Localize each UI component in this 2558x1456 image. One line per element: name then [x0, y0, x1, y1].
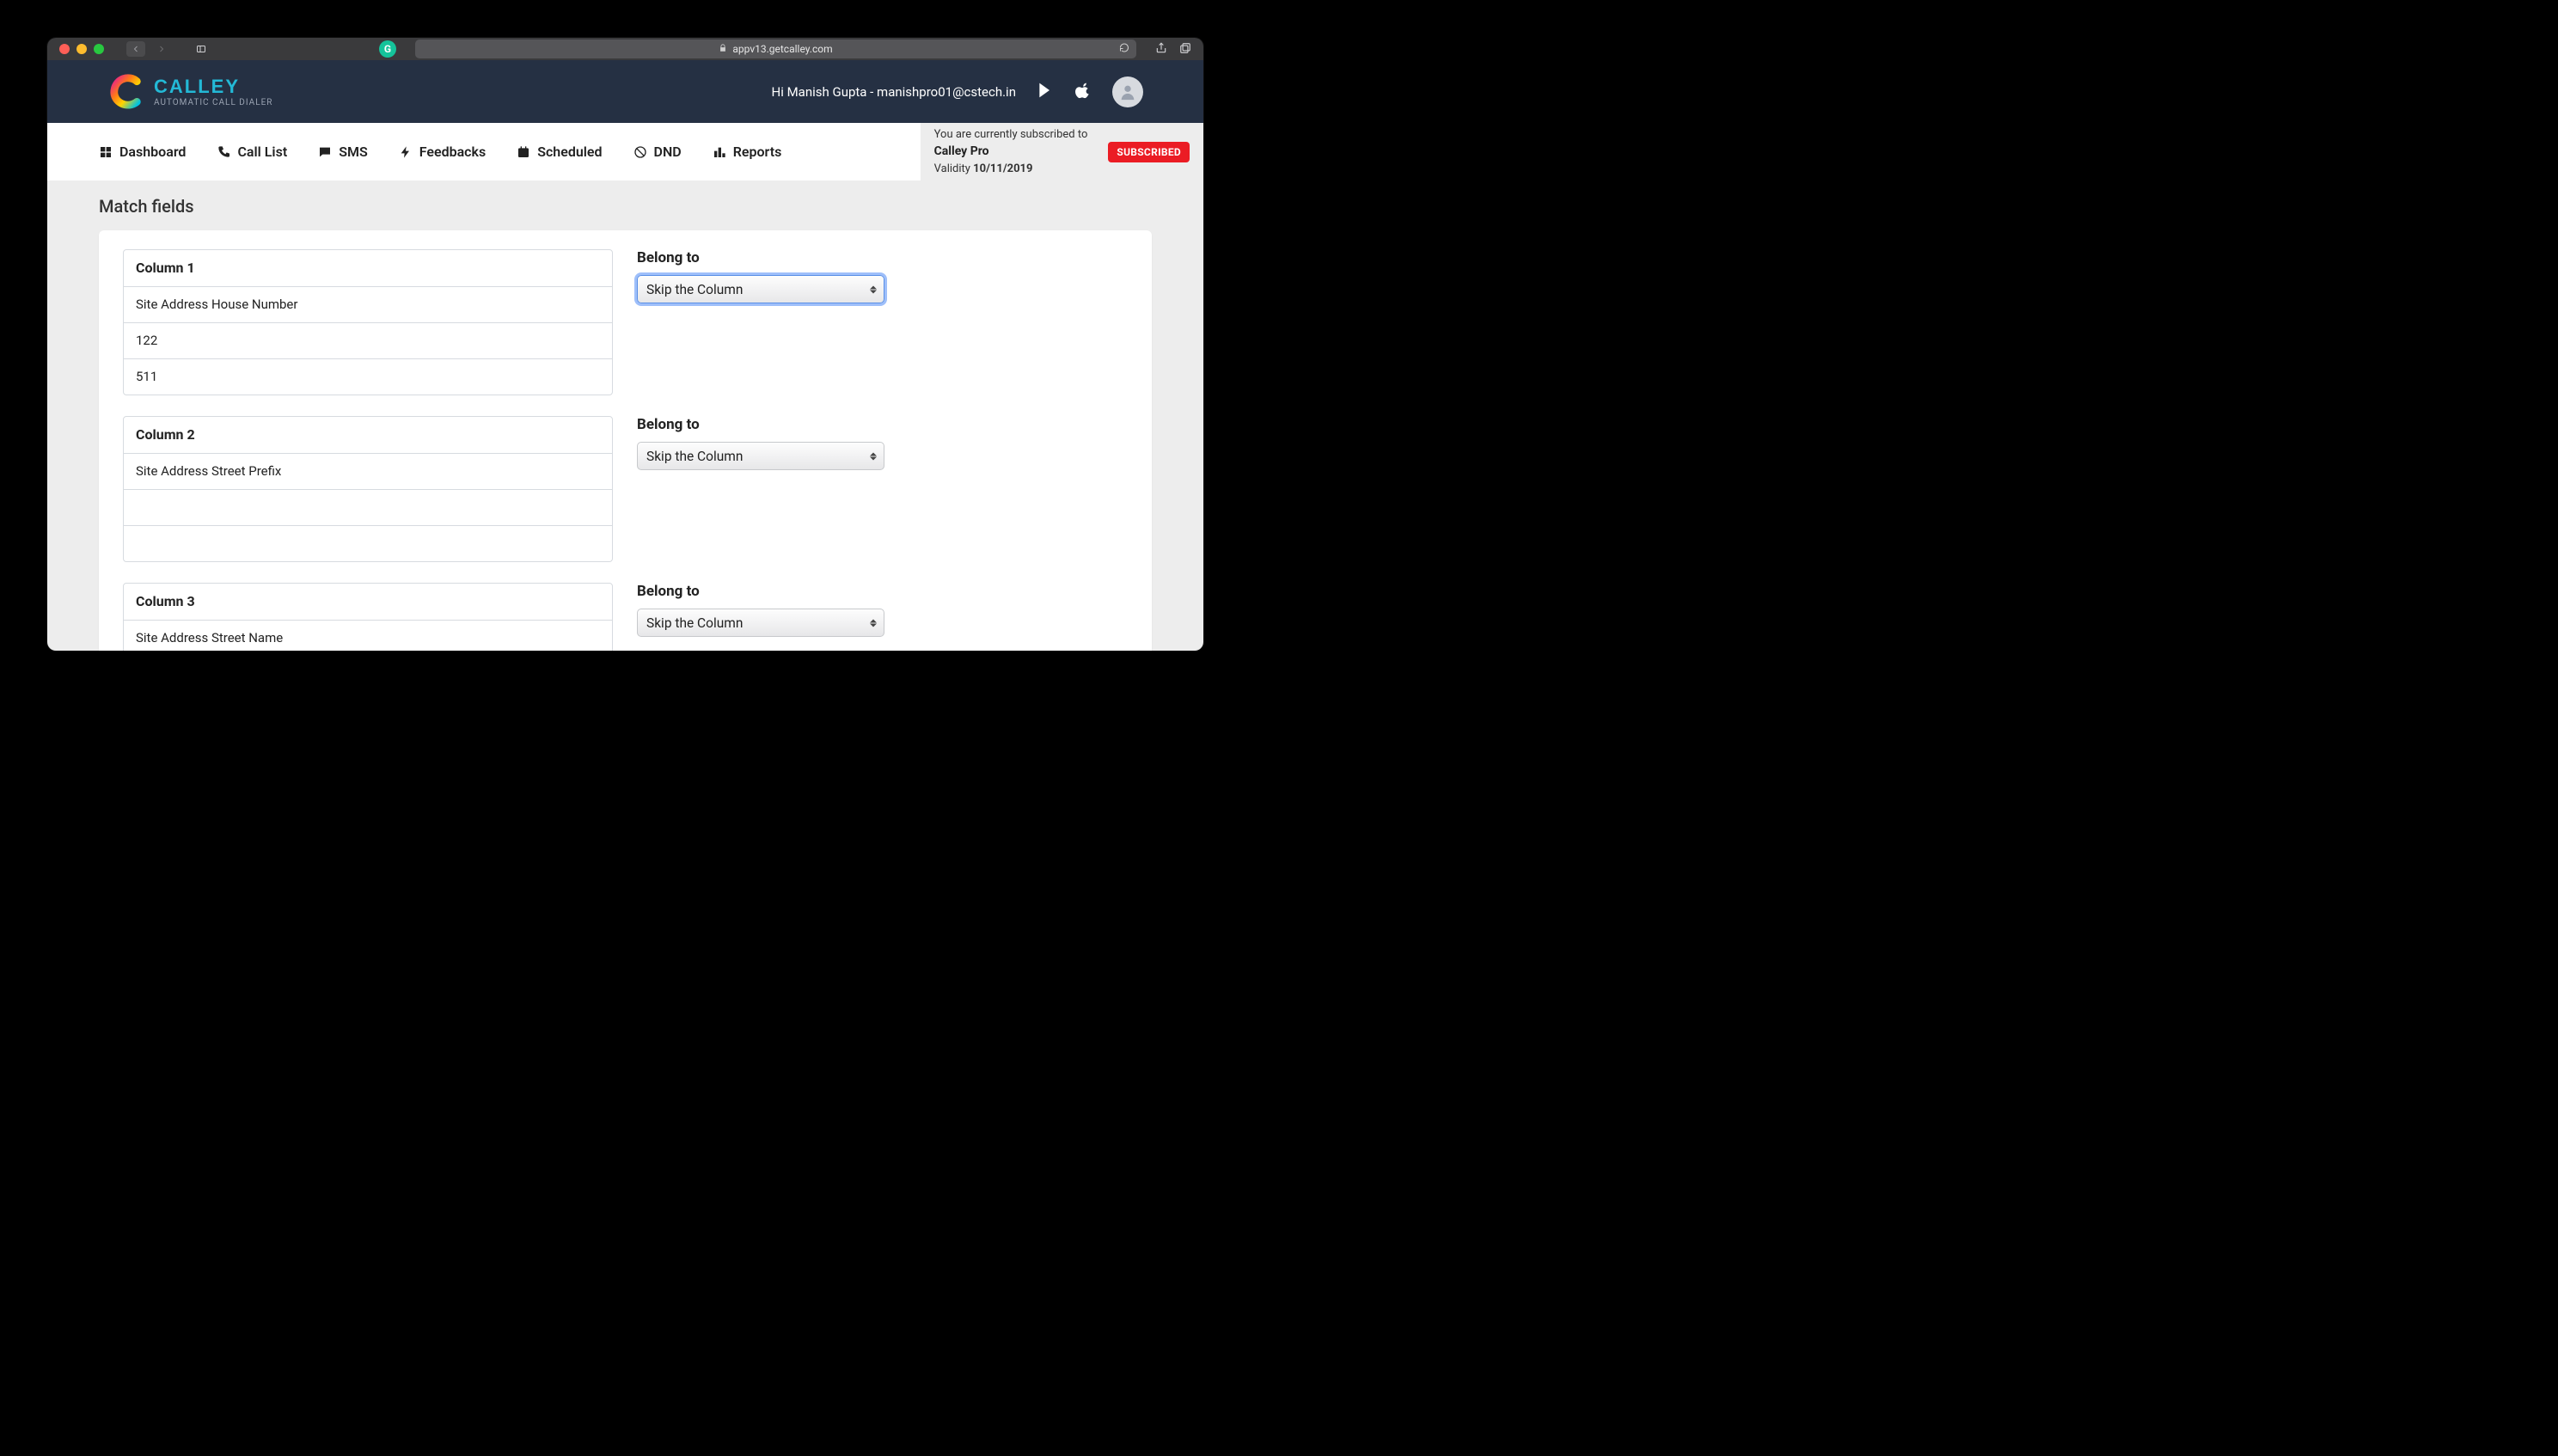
- validity-label: Validity: [934, 162, 970, 175]
- sidebar-toggle-button[interactable]: [192, 41, 211, 57]
- nav-call-list[interactable]: Call List: [217, 144, 287, 160]
- belong-to-block: Belong to Skip the Column: [637, 416, 886, 562]
- app-header: CALLEY AUTOMATIC CALL DIALER Hi Manish G…: [47, 60, 1203, 123]
- chevron-up-down-icon: [870, 285, 877, 293]
- logo-mark-icon: [107, 73, 145, 111]
- column-sample-value: Site Address House Number: [124, 286, 612, 322]
- block-icon: [633, 145, 647, 159]
- column-sample-value: [124, 489, 612, 525]
- nav-label: Reports: [733, 144, 782, 160]
- page-body: Match fields Column 1Site Address House …: [47, 180, 1203, 651]
- back-button[interactable]: [126, 41, 145, 57]
- column-sample-value: Site Address Street Name: [124, 620, 612, 651]
- column-preview: Column 1Site Address House Number122511: [123, 249, 613, 395]
- column-sample-value: 511: [124, 358, 612, 395]
- reports-icon: [713, 145, 726, 159]
- subscribed-badge: SUBSCRIBED: [1108, 142, 1190, 162]
- page-viewport: CALLEY AUTOMATIC CALL DIALER Hi Manish G…: [47, 60, 1203, 651]
- subscription-plan: Calley Pro: [934, 143, 1088, 161]
- avatar[interactable]: [1112, 76, 1143, 107]
- calendar-icon: [517, 145, 530, 159]
- main-nav: Dashboard Call List SMS Feedbacks Schedu…: [47, 123, 1203, 180]
- belong-to-label: Belong to: [637, 249, 886, 266]
- tabs-icon[interactable]: [1179, 41, 1191, 58]
- select-value: Skip the Column: [646, 282, 743, 297]
- reload-icon[interactable]: [1119, 43, 1129, 56]
- phone-icon: [217, 145, 230, 159]
- nav-reports[interactable]: Reports: [713, 144, 782, 160]
- nav-label: Feedbacks: [419, 144, 486, 160]
- belong-to-block: Belong to Skip the Column: [637, 249, 886, 395]
- column-header: Column 2: [124, 417, 612, 453]
- nav-dashboard[interactable]: Dashboard: [99, 144, 186, 160]
- dashboard-icon: [99, 145, 113, 159]
- nav-label: Scheduled: [537, 144, 602, 160]
- belong-to-label: Belong to: [637, 583, 886, 600]
- chat-icon: [318, 145, 332, 159]
- greeting: Hi Manish Gupta - manishpro01@cstech.in: [772, 84, 1017, 100]
- grammarly-extension-icon[interactable]: G: [379, 40, 396, 58]
- column-sample-value: [124, 525, 612, 561]
- apple-icon[interactable]: [1074, 82, 1092, 102]
- validity-date: 10/11/2019: [973, 162, 1032, 175]
- lock-icon: [719, 43, 727, 55]
- brand-tagline: AUTOMATIC CALL DIALER: [154, 98, 272, 107]
- brand-name: CALLEY: [154, 76, 272, 98]
- page-title: Match fields: [99, 196, 1152, 217]
- browser-window: G appv13.getcalley.com +: [47, 38, 1203, 651]
- select-value: Skip the Column: [646, 449, 743, 464]
- nav-scheduled[interactable]: Scheduled: [517, 144, 602, 160]
- window-close-button[interactable]: [59, 44, 70, 54]
- google-play-icon[interactable]: [1037, 82, 1054, 102]
- nav-label: SMS: [339, 144, 368, 160]
- window-minimize-button[interactable]: [76, 44, 87, 54]
- nav-label: Call List: [237, 144, 287, 160]
- column-header: Column 3: [124, 584, 612, 620]
- nav-dnd[interactable]: DND: [633, 144, 682, 160]
- match-row: Column 1Site Address House Number122511B…: [123, 249, 1128, 395]
- column-preview: Column 3Site Address Street Name10Th St: [123, 583, 613, 651]
- titlebar: G appv13.getcalley.com: [47, 38, 1203, 60]
- subscription-box: You are currently subscribed to Calley P…: [921, 123, 1203, 180]
- window-fullscreen-button[interactable]: [94, 44, 104, 54]
- brand-logo[interactable]: CALLEY AUTOMATIC CALL DIALER: [107, 73, 272, 111]
- nav-sms[interactable]: SMS: [318, 144, 368, 160]
- subscription-note: You are currently subscribed to: [934, 126, 1088, 144]
- nav-label: DND: [654, 144, 682, 160]
- match-fields-card: Column 1Site Address House Number122511B…: [99, 230, 1152, 651]
- nav-label: Dashboard: [119, 144, 186, 160]
- bolt-icon: [399, 145, 413, 159]
- column-preview: Column 2Site Address Street Prefix: [123, 416, 613, 562]
- belong-to-block: Belong to Skip the Column: [637, 583, 886, 651]
- column-sample-value: Site Address Street Prefix: [124, 453, 612, 489]
- share-icon[interactable]: [1155, 41, 1167, 58]
- match-row: Column 2Site Address Street PrefixBelong…: [123, 416, 1128, 562]
- select-value: Skip the Column: [646, 615, 743, 631]
- match-row: Column 3Site Address Street Name10Th St B…: [123, 583, 1128, 651]
- url-host: appv13.getcalley.com: [732, 43, 832, 55]
- address-bar[interactable]: appv13.getcalley.com: [415, 40, 1136, 58]
- column-sample-value: 122: [124, 322, 612, 358]
- forward-button[interactable]: [152, 41, 171, 57]
- belong-to-label: Belong to: [637, 416, 886, 433]
- belong-to-select[interactable]: Skip the Column: [637, 609, 884, 637]
- belong-to-select[interactable]: Skip the Column: [637, 442, 884, 470]
- belong-to-select[interactable]: Skip the Column: [637, 275, 884, 303]
- column-header: Column 1: [124, 250, 612, 286]
- chevron-up-down-icon: [870, 452, 877, 460]
- chevron-up-down-icon: [870, 619, 877, 627]
- nav-feedbacks[interactable]: Feedbacks: [399, 144, 486, 160]
